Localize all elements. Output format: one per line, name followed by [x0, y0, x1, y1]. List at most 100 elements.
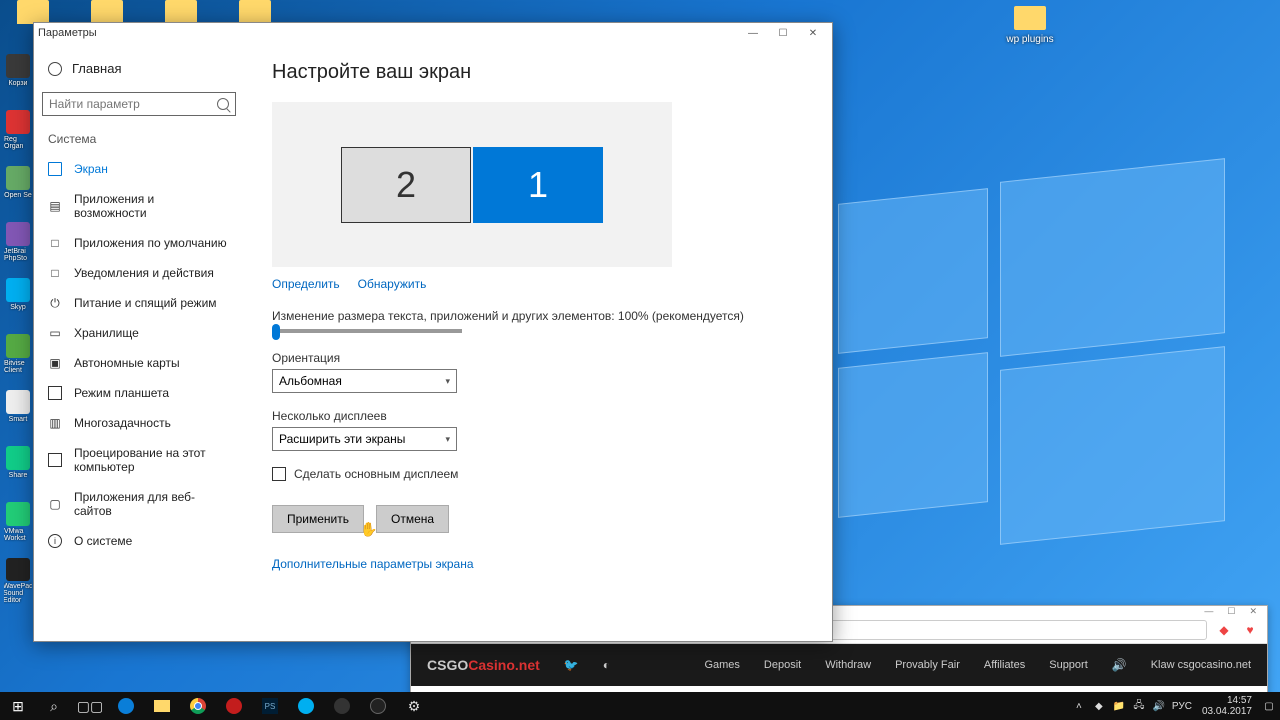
advanced-display-link[interactable]: Дополнительные параметры экрана: [272, 557, 804, 571]
search-box[interactable]: [42, 92, 236, 116]
site-nav[interactable]: Withdraw: [825, 659, 871, 671]
orientation-label: Ориентация: [272, 351, 804, 365]
settings-window: Параметры — ☐ ✕ Главная Система Экран Пр…: [33, 22, 833, 642]
desktop-icon[interactable]: Open Se: [4, 166, 32, 212]
window-title: Параметры: [38, 27, 97, 39]
nav-web-apps[interactable]: Приложения для веб-сайтов: [34, 482, 244, 526]
desktop-icon[interactable]: VMwa Workst: [4, 502, 32, 548]
system-tray[interactable]: ˄ ◆ 📁 🖧 🔊 РУС 14:57 03.04.2017 ▢: [1072, 695, 1280, 717]
nav-notifications[interactable]: Уведомления и действия: [34, 258, 244, 288]
monitor-1-selected[interactable]: 1: [473, 147, 603, 223]
site-logo[interactable]: CSGOCasino.net: [427, 657, 540, 673]
site-nav[interactable]: Provably Fair: [895, 659, 960, 671]
cancel-button[interactable]: Отмена: [376, 505, 449, 533]
tablet-icon: [48, 386, 62, 400]
tray-icon[interactable]: ◆: [1092, 699, 1106, 713]
browser-minimize[interactable]: —: [1204, 606, 1213, 616]
clock[interactable]: 14:57 03.04.2017: [1198, 695, 1256, 717]
app-taskbar-icon[interactable]: [324, 692, 360, 720]
apps-icon: [48, 199, 62, 213]
category-header: Система: [34, 130, 244, 154]
display-arrangement[interactable]: 2 1: [272, 102, 672, 267]
nav-about[interactable]: iО системе: [34, 526, 244, 556]
settings-content: Настройте ваш экран 2 1 Определить Обнар…: [244, 43, 832, 641]
nav-storage[interactable]: Хранилище: [34, 318, 244, 348]
task-view-button[interactable]: ▢▢: [72, 692, 108, 720]
volume-icon[interactable]: 🔊: [1112, 658, 1127, 672]
desktop-icon[interactable]: Skyp: [4, 278, 32, 324]
site-nav[interactable]: Deposit: [764, 659, 801, 671]
page-header: CSGOCasino.net 🐦 ◐ Games Deposit Withdra…: [411, 644, 1267, 686]
nav-default-apps[interactable]: Приложения по умолчанию: [34, 228, 244, 258]
gear-icon: [48, 62, 62, 76]
time: 14:57: [1202, 695, 1252, 706]
search-button[interactable]: ⌕: [36, 692, 72, 720]
minimize-button[interactable]: —: [738, 24, 768, 42]
nav-offline-maps[interactable]: Автономные карты: [34, 348, 244, 378]
site-nav[interactable]: Affiliates: [984, 659, 1025, 671]
maximize-button[interactable]: ☐: [768, 24, 798, 42]
nav-projecting[interactable]: Проецирование на этот компьютер: [34, 438, 244, 482]
info-icon: i: [48, 534, 62, 548]
action-center-icon[interactable]: ▢: [1262, 699, 1276, 713]
desktop-folder-wp-plugins[interactable]: wp plugins: [1000, 6, 1060, 45]
power-icon: [48, 296, 62, 310]
volume-icon[interactable]: 🔊: [1152, 699, 1166, 713]
detect-link[interactable]: Обнаружить: [358, 277, 427, 291]
chevron-down-icon: ▾: [445, 434, 450, 445]
home-label: Главная: [72, 61, 121, 76]
nav-multitasking[interactable]: Многозадачность: [34, 408, 244, 438]
steam-icon[interactable]: ◐: [603, 658, 610, 672]
home-button[interactable]: Главная: [34, 55, 244, 82]
desktop-icon[interactable]: Reg Organ: [4, 110, 32, 156]
obs-taskbar-icon[interactable]: [360, 692, 396, 720]
desktop-icon[interactable]: Smart: [4, 390, 32, 436]
network-icon[interactable]: 🖧: [1132, 699, 1146, 713]
search-input[interactable]: [49, 97, 217, 111]
bookmark-icon[interactable]: ◆: [1215, 621, 1233, 639]
heart-icon[interactable]: ♥: [1241, 621, 1259, 639]
slider-thumb[interactable]: [272, 324, 280, 340]
desktop-icon[interactable]: Bitvise Client: [4, 334, 32, 380]
nav-tablet-mode[interactable]: Режим планшета: [34, 378, 244, 408]
nav-apps-features[interactable]: Приложения и возможности: [34, 184, 244, 228]
nav-power-sleep[interactable]: Питание и спящий режим: [34, 288, 244, 318]
browser-close[interactable]: ✕: [1249, 606, 1257, 616]
scaling-slider[interactable]: [272, 329, 462, 333]
language-indicator[interactable]: РУС: [1172, 701, 1192, 712]
desktop-icon[interactable]: Share: [4, 446, 32, 492]
desktop-icon[interactable]: JetBrai PhpSto: [4, 222, 32, 268]
multiple-displays-select[interactable]: Расширить эти экраны ▾: [272, 427, 457, 451]
user-menu[interactable]: Klaw csgocasino.net: [1151, 659, 1251, 671]
monitor-2[interactable]: 2: [341, 147, 471, 223]
close-button[interactable]: ✕: [798, 24, 828, 42]
date: 03.04.2017: [1202, 706, 1252, 717]
search-icon: [217, 98, 229, 110]
apply-button[interactable]: Применить: [272, 505, 364, 533]
explorer-taskbar-icon[interactable]: [144, 692, 180, 720]
chrome-taskbar-icon[interactable]: [180, 692, 216, 720]
primary-display-checkbox[interactable]: [272, 467, 286, 481]
phpstorm-taskbar-icon[interactable]: PS: [252, 692, 288, 720]
opera-taskbar-icon[interactable]: [216, 692, 252, 720]
settings-taskbar-icon[interactable]: [396, 692, 432, 720]
start-button[interactable]: ⊞: [0, 692, 36, 720]
chevron-down-icon: ▾: [445, 376, 450, 387]
desktop-icon[interactable]: WavePad Sound Editor: [4, 558, 32, 604]
desktop-icon[interactable]: Корзи: [4, 54, 32, 100]
site-nav[interactable]: Games: [704, 659, 739, 671]
orientation-select[interactable]: Альбомная ▾: [272, 369, 457, 393]
edge-taskbar-icon[interactable]: [108, 692, 144, 720]
nav-display[interactable]: Экран: [34, 154, 244, 184]
site-nav[interactable]: Support: [1049, 659, 1088, 671]
tray-icon[interactable]: 📁: [1112, 699, 1126, 713]
cursor-icon: ✋: [360, 521, 377, 538]
twitter-icon[interactable]: 🐦: [564, 658, 579, 672]
browser-maximize[interactable]: ☐: [1227, 606, 1235, 616]
default-apps-icon: [48, 236, 62, 250]
tray-chevron-icon[interactable]: ˄: [1072, 699, 1086, 713]
taskbar: ⊞ ⌕ ▢▢ PS ˄ ◆ 📁 🖧 🔊 РУС 14:57 03.04.2017…: [0, 692, 1280, 720]
titlebar[interactable]: Параметры — ☐ ✕: [34, 23, 832, 43]
skype-taskbar-icon[interactable]: [288, 692, 324, 720]
identify-link[interactable]: Определить: [272, 277, 340, 291]
